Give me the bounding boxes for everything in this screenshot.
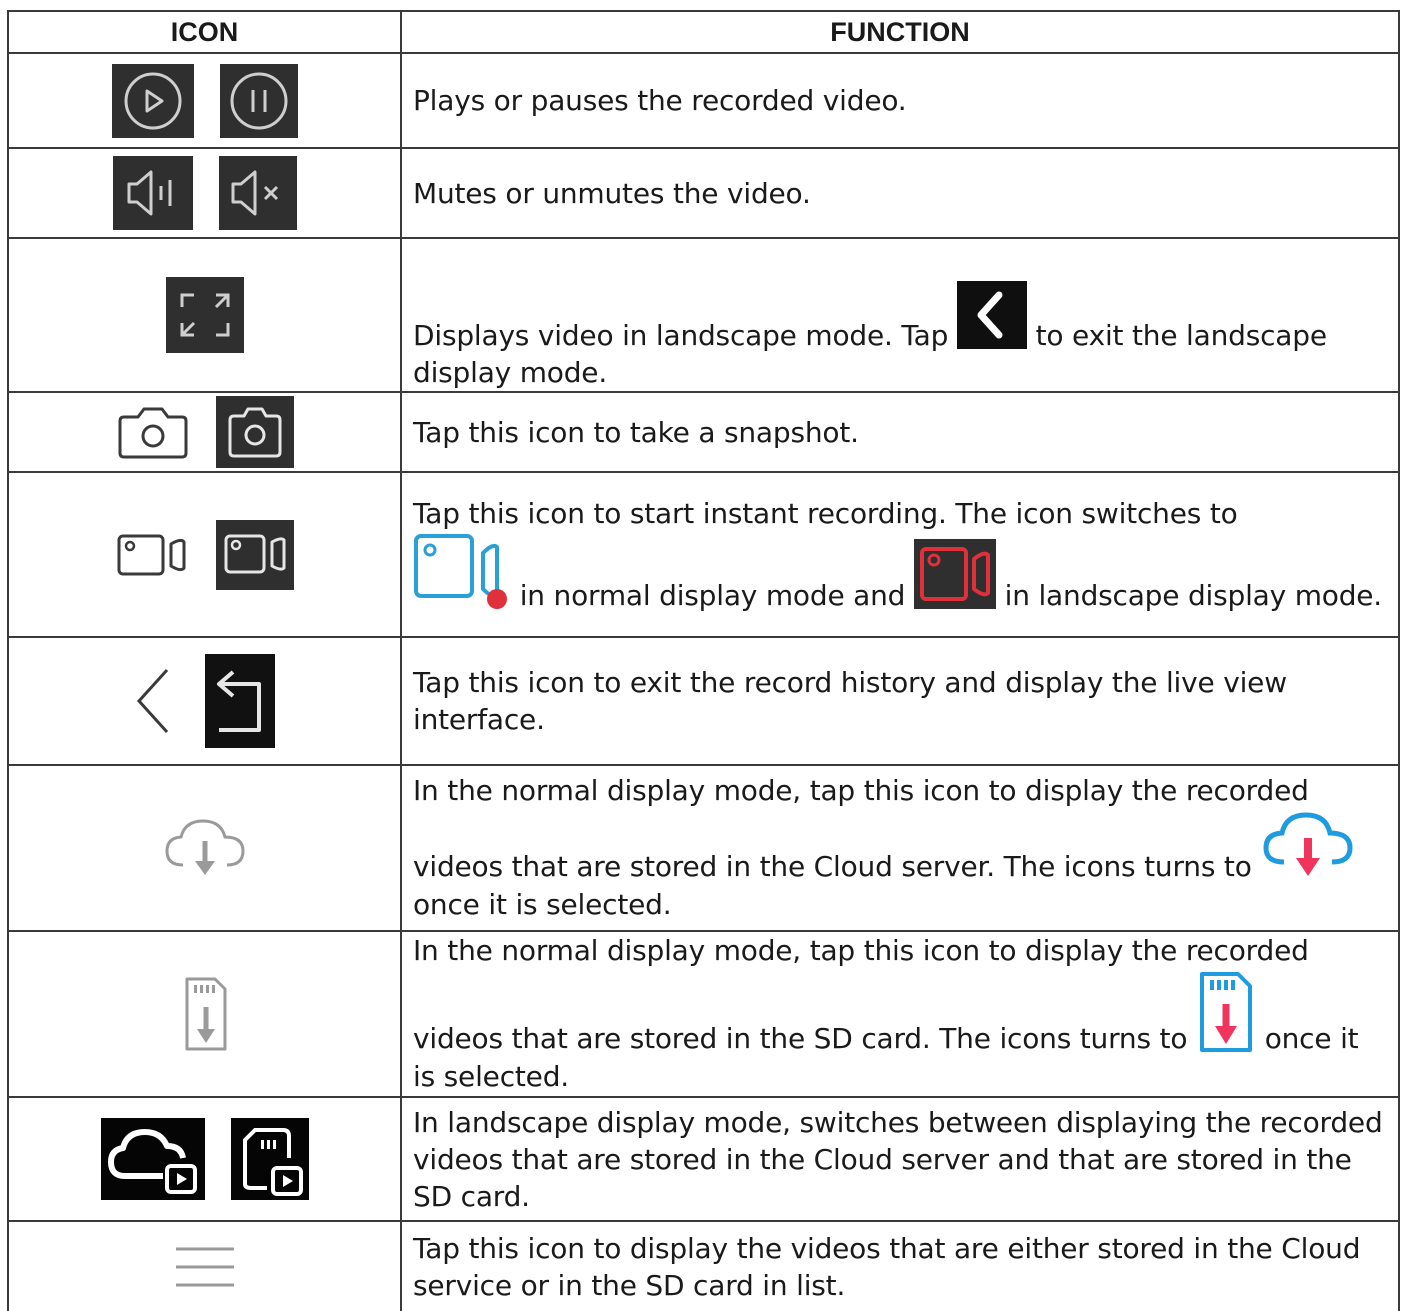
function-column-header: FUNCTION	[400, 10, 1400, 54]
function-description: In landscape display mode, switches betw…	[400, 1096, 1400, 1222]
table-row: Tap this icon to display the videos that…	[7, 1220, 1400, 1311]
cloud-download-icon	[161, 815, 249, 881]
cloud-play-icon	[100, 1118, 205, 1200]
back-arrow-icon	[135, 666, 171, 736]
table-row: Tap this icon to take a snapshot.	[7, 391, 1400, 473]
sd-card-play-icon	[230, 1118, 309, 1200]
function-description: Plays or pauses the recorded video.	[400, 52, 1400, 149]
function-description: In the normal display mode, tap this ico…	[400, 930, 1400, 1098]
function-description: Tap this icon to exit the record history…	[400, 636, 1400, 766]
table-row: Plays or pauses the recorded video.	[7, 52, 1400, 149]
table-row: Displays video in landscape mode. Tap to…	[7, 237, 1400, 393]
function-description: Tap this icon to display the videos that…	[400, 1220, 1400, 1311]
table-row: Mutes or unmutes the video.	[7, 147, 1400, 239]
table-row: Tap this icon to start instant recording…	[7, 471, 1400, 638]
function-description: Mutes or unmutes the video.	[400, 147, 1400, 239]
camera-dark-icon	[215, 396, 294, 468]
play-circle-icon	[111, 63, 194, 138]
back-chevron-icon	[956, 281, 1027, 349]
video-camera-dark-icon	[215, 519, 294, 590]
speaker-muted-icon	[218, 156, 297, 230]
cloud-download-selected-icon	[1260, 810, 1356, 882]
function-description: Tap this icon to take a snapshot.	[400, 391, 1400, 473]
icon-column-header: ICON	[7, 10, 402, 54]
list-menu-icon	[174, 1241, 236, 1293]
function-description: Tap this icon to start instant recording…	[400, 471, 1400, 638]
recording-red-icon	[913, 538, 996, 609]
pause-circle-icon	[219, 63, 298, 138]
fullscreen-expand-icon	[165, 277, 244, 353]
table-row: In the normal display mode, tap this ico…	[7, 930, 1400, 1098]
video-camera-icon	[116, 530, 190, 580]
recording-blue-icon	[413, 533, 511, 611]
return-icon	[204, 654, 275, 748]
speaker-on-icon	[112, 156, 193, 230]
table-row: In landscape display mode, switches betw…	[7, 1096, 1400, 1222]
sd-card-download-selected-icon	[1196, 970, 1256, 1054]
table-row: In the normal display mode, tap this ico…	[7, 764, 1400, 932]
table-header-row: ICON FUNCTION	[7, 10, 1400, 54]
function-description: In the normal display mode, tap this ico…	[400, 764, 1400, 932]
icon-function-table: ICON FUNCTION Plays or pauses the record…	[7, 10, 1400, 1311]
sd-card-download-icon	[181, 975, 229, 1053]
camera-icon	[116, 405, 190, 459]
function-description: Displays video in landscape mode. Tap to…	[400, 237, 1400, 393]
table-row: Tap this icon to exit the record history…	[7, 636, 1400, 766]
